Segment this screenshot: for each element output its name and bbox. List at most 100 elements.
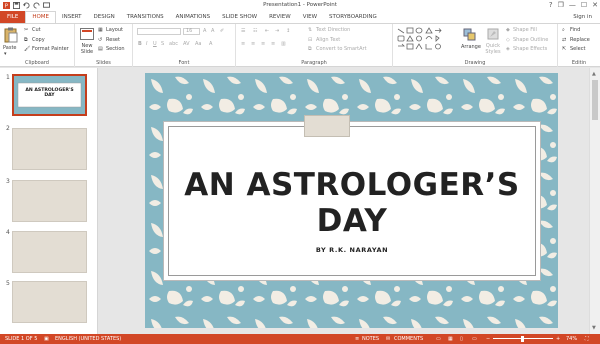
- slide-thumbnail-2[interactable]: [12, 128, 87, 170]
- align-center-icon[interactable]: ≡: [251, 41, 255, 47]
- slide-sorter-icon[interactable]: ▦: [448, 334, 453, 344]
- align-right-icon[interactable]: ≡: [261, 41, 265, 47]
- help-button[interactable]: ?: [549, 0, 553, 11]
- slideshow-icon[interactable]: ▭: [472, 334, 477, 344]
- save-icon[interactable]: [13, 2, 20, 9]
- drawing-label: Drawing: [464, 60, 486, 66]
- columns-icon[interactable]: ▥: [281, 41, 286, 47]
- bullets-icon[interactable]: ☰: [241, 28, 245, 34]
- shapes-gallery[interactable]: [396, 27, 448, 51]
- scroll-up-icon[interactable]: ▲: [592, 71, 596, 77]
- notes-icon[interactable]: ≡: [355, 334, 359, 344]
- decrease-indent-icon[interactable]: ⇤: [265, 28, 269, 34]
- italic-icon[interactable]: I: [146, 41, 147, 47]
- layout-button[interactable]: Layout: [106, 27, 123, 33]
- zoom-slider-thumb[interactable]: [521, 336, 524, 342]
- quick-styles-icon[interactable]: [487, 28, 499, 40]
- grow-font-icon[interactable]: A: [203, 28, 206, 34]
- slide[interactable]: AN ASTROLOGER’S DAY BY R.K. NARAYAN: [145, 73, 558, 328]
- start-slideshow-icon[interactable]: [43, 2, 50, 9]
- find-button[interactable]: Find: [570, 27, 580, 33]
- tab-slide-show[interactable]: SLIDE SHOW: [216, 11, 263, 23]
- text-direction-button[interactable]: Text Direction: [316, 27, 350, 33]
- font-name-field[interactable]: [137, 28, 181, 35]
- replace-button[interactable]: Replace: [570, 37, 590, 43]
- paste-dropdown-icon[interactable]: ▾: [4, 51, 7, 57]
- arrange-button[interactable]: Arrange: [461, 44, 481, 50]
- shrink-font-icon[interactable]: A: [211, 28, 214, 34]
- character-spacing-icon[interactable]: AV: [183, 41, 190, 47]
- cut-icon[interactable]: ✂: [24, 27, 28, 33]
- convert-to-smartart-button[interactable]: Convert to SmartArt: [316, 46, 367, 52]
- change-case-icon[interactable]: Aa: [195, 41, 201, 47]
- fit-slide-icon[interactable]: ⛶: [585, 334, 589, 344]
- slide-thumbnail-4[interactable]: [12, 231, 87, 273]
- bold-icon[interactable]: B: [138, 41, 142, 47]
- tab-home[interactable]: HOME: [25, 11, 57, 23]
- normal-view-icon[interactable]: ▭: [436, 334, 441, 344]
- slide-thumbnail-1[interactable]: AN ASTROLOGER'S DAY: [12, 74, 87, 116]
- slide-thumbnail-3[interactable]: [12, 180, 87, 222]
- justify-icon[interactable]: ≡: [271, 41, 275, 47]
- zoom-in-icon[interactable]: +: [556, 334, 560, 344]
- tab-insert[interactable]: INSERT: [56, 11, 87, 23]
- redo-icon[interactable]: [33, 2, 40, 9]
- sign-in-link[interactable]: Sign in: [573, 11, 592, 23]
- close-button[interactable]: ✕: [592, 0, 598, 11]
- zoom-out-icon[interactable]: −: [486, 334, 490, 344]
- shape-outline-button[interactable]: Shape Outline: [513, 37, 548, 43]
- format-painter-button[interactable]: Format Painter: [32, 46, 69, 52]
- language-indicator[interactable]: ENGLISH (UNITED STATES): [55, 334, 121, 344]
- shape-fill-button[interactable]: Shape Fill: [513, 27, 537, 33]
- format-painter-icon[interactable]: 🖌: [24, 46, 30, 52]
- font-color-icon[interactable]: A: [209, 41, 212, 47]
- shape-outline-icon: ◇: [506, 37, 510, 43]
- scroll-thumb[interactable]: [592, 80, 598, 120]
- comments-icon[interactable]: ✉: [386, 334, 390, 344]
- clear-formatting-icon[interactable]: ✐: [220, 28, 224, 34]
- slide-subtitle[interactable]: BY R.K. NARAYAN: [164, 246, 540, 254]
- font-size-field[interactable]: 16: [183, 28, 200, 35]
- tab-review[interactable]: REVIEW: [263, 11, 297, 23]
- align-left-icon[interactable]: ≡: [241, 41, 245, 47]
- shape-effects-button[interactable]: Shape Effects: [513, 46, 547, 52]
- comments-button[interactable]: COMMENTS: [394, 334, 423, 344]
- zoom-level[interactable]: 74%: [566, 334, 577, 344]
- section-button[interactable]: Section: [106, 46, 125, 52]
- tab-animations[interactable]: ANIMATIONS: [170, 11, 217, 23]
- new-slide-icon[interactable]: [80, 28, 94, 40]
- copy-button[interactable]: Copy: [32, 37, 45, 43]
- paste-icon[interactable]: [4, 27, 18, 43]
- maximize-button[interactable]: ☐: [581, 0, 587, 11]
- quick-styles-button[interactable]: Quick Styles: [483, 43, 503, 55]
- reset-button[interactable]: Reset: [106, 37, 120, 43]
- notes-button[interactable]: NOTES: [362, 334, 379, 344]
- reading-view-icon[interactable]: ▯: [460, 334, 463, 344]
- tab-transitions[interactable]: TRANSITIONS: [121, 11, 170, 23]
- tab-design[interactable]: DESIGN: [88, 11, 121, 23]
- select-button[interactable]: Select: [570, 46, 585, 52]
- tab-file[interactable]: FILE: [0, 11, 26, 23]
- slide-thumbnail-5[interactable]: [12, 281, 87, 323]
- vertical-scrollbar[interactable]: ▲ ▼: [589, 68, 600, 334]
- slide-title[interactable]: AN ASTROLOGER’S DAY: [164, 167, 540, 239]
- align-text-button[interactable]: Align Text: [316, 37, 340, 43]
- undo-icon[interactable]: [23, 2, 30, 9]
- minimize-button[interactable]: —: [569, 0, 576, 11]
- cut-button[interactable]: Cut: [32, 27, 41, 33]
- tab-storyboarding[interactable]: STORYBOARDING: [323, 11, 383, 23]
- arrange-icon[interactable]: [463, 28, 477, 41]
- numbering-icon[interactable]: ☷: [253, 28, 257, 34]
- ribbon-display-button[interactable]: ❐: [558, 0, 564, 11]
- strikethrough-icon[interactable]: abc: [169, 41, 178, 47]
- copy-icon[interactable]: ⧉: [24, 37, 28, 43]
- shadow-icon[interactable]: S: [161, 41, 164, 47]
- increase-indent-icon[interactable]: ⇥: [275, 28, 279, 34]
- new-slide-button[interactable]: New Slide: [79, 43, 95, 55]
- tab-view[interactable]: VIEW: [297, 11, 323, 23]
- underline-icon[interactable]: U: [153, 41, 157, 47]
- spelling-icon[interactable]: ▣: [44, 334, 49, 344]
- scroll-down-icon[interactable]: ▼: [592, 325, 596, 331]
- line-spacing-icon[interactable]: ↕: [286, 28, 290, 34]
- slide-title-line-2: DAY: [316, 203, 388, 239]
